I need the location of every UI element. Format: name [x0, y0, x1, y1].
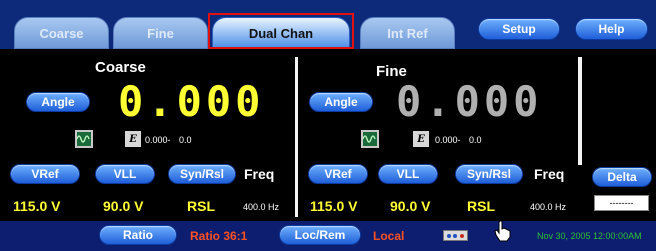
help-button[interactable]: Help	[575, 18, 648, 40]
fine-small-value-b: 0.0	[469, 135, 482, 145]
coarse-vll-value: 90.0 V	[103, 198, 144, 214]
fine-vref-value: 115.0 V	[310, 198, 358, 214]
coarse-synrsl-button[interactable]: Syn/Rsl	[168, 164, 236, 184]
locrem-button[interactable]: Loc/Rem	[279, 225, 361, 245]
coarse-vref-value: 115.0 V	[13, 198, 61, 214]
panel-divider	[578, 57, 582, 165]
hand-cursor-icon	[494, 220, 511, 242]
tab-fine[interactable]: Fine	[113, 17, 208, 49]
setup-button[interactable]: Setup	[478, 18, 560, 40]
fine-vref-button[interactable]: VRef	[308, 164, 368, 184]
coarse-freq-value: 400.0 Hz	[243, 202, 280, 212]
tab-selection-highlight	[208, 13, 354, 49]
coarse-small-value-a: 0.000-	[145, 135, 171, 145]
coarse-mode-value: RSL	[187, 198, 215, 214]
main-panel: Coarse Angle 0.000 E 0.000- 0.0 VRef VLL…	[0, 49, 656, 221]
fine-vll-button[interactable]: VLL	[378, 164, 438, 184]
ratio-button[interactable]: Ratio	[99, 225, 177, 245]
delta-button[interactable]: Delta	[592, 167, 652, 187]
panel-divider	[295, 57, 298, 217]
fine-e-button[interactable]: E	[413, 131, 429, 147]
fine-vll-value: 90.0 V	[390, 198, 431, 214]
coarse-title: Coarse	[95, 59, 146, 76]
coarse-angle-button[interactable]: Angle	[26, 92, 90, 112]
fine-angle-button[interactable]: Angle	[309, 92, 373, 112]
locrem-value: Local	[373, 229, 405, 243]
fine-freq-value: 400.0 Hz	[530, 202, 567, 212]
waveform-icon[interactable]	[75, 130, 93, 148]
coarse-vll-button[interactable]: VLL	[95, 164, 155, 184]
footer-bar: Ratio Ratio 36:1 Loc/Rem Local Nov 30, 2…	[0, 220, 656, 251]
coarse-small-value-b: 0.0	[179, 135, 192, 145]
fine-freq-label: Freq	[534, 166, 565, 182]
delta-value-field: --------	[594, 195, 649, 211]
connector-icon	[443, 230, 468, 241]
waveform-icon[interactable]	[361, 130, 379, 148]
coarse-angle-readout: 0.000	[118, 77, 265, 126]
tab-coarse[interactable]: Coarse	[14, 17, 109, 49]
fine-mode-value: RSL	[467, 198, 495, 214]
coarse-freq-label: Freq	[244, 166, 275, 182]
fine-small-value-a: 0.000-	[435, 135, 461, 145]
fine-angle-readout: 0.000	[396, 77, 543, 126]
coarse-vref-button[interactable]: VRef	[10, 164, 80, 184]
timestamp: Nov 30, 2005 12:00:00AM	[537, 231, 642, 241]
tab-int-ref[interactable]: Int Ref	[360, 17, 455, 49]
ratio-value: Ratio 36:1	[190, 229, 248, 243]
coarse-e-button[interactable]: E	[125, 131, 141, 147]
fine-synrsl-button[interactable]: Syn/Rsl	[455, 164, 523, 184]
